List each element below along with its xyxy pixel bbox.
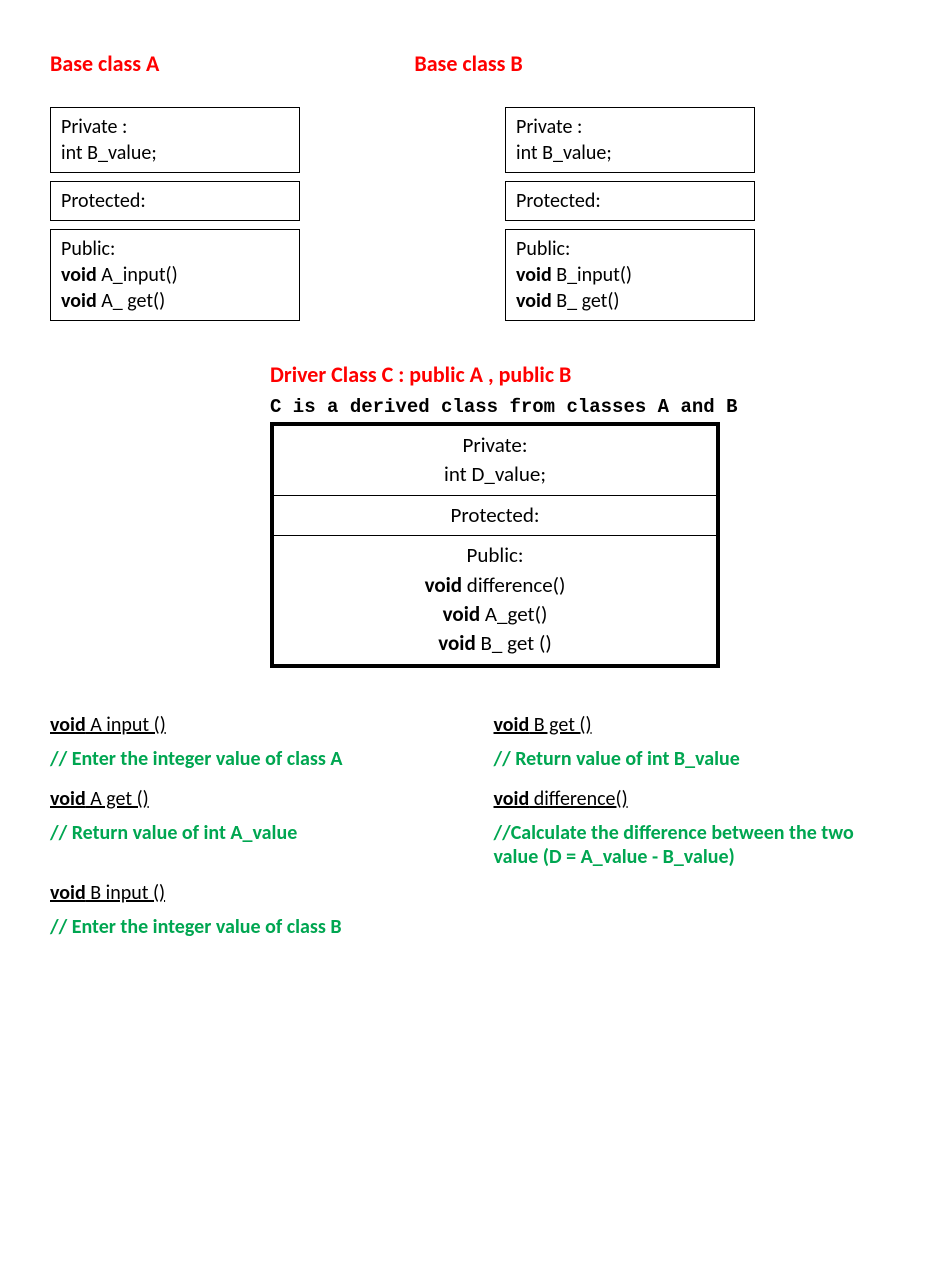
member: int B_value; [516, 141, 612, 165]
name: B_input() [552, 263, 632, 287]
member: int D_value; [284, 460, 706, 489]
name: A_get() [480, 601, 547, 627]
keyword: void [50, 787, 86, 811]
class-a-protected: Protected: [50, 181, 300, 221]
label: Private : [516, 115, 582, 139]
method-name-text: A input () [86, 713, 166, 737]
class-b-protected: Protected: [505, 181, 755, 221]
method-signature: void A get () [50, 787, 434, 811]
kw: void [61, 289, 97, 313]
name: A_input() [97, 263, 178, 287]
name: B_ get() [552, 289, 620, 313]
driver-subtitle: C is a derived class from classes A and … [270, 396, 740, 418]
label: Protected: [61, 189, 146, 213]
keyword: void [494, 713, 530, 737]
methods-left: void A input () // Enter the integer valu… [50, 713, 434, 955]
method-comment: // Enter the integer value of class B [50, 915, 434, 939]
kw: void [438, 630, 475, 656]
driver-title: Driver Class C : public A , public B [270, 361, 740, 388]
kw: void [516, 263, 552, 287]
method-name-text: B get () [529, 713, 591, 737]
class-b-private: Private : int B_value; [505, 107, 755, 173]
class-b-box: Private : int B_value; Protected: Public… [505, 107, 755, 321]
name: B_ get () [476, 630, 552, 656]
keyword: void [50, 881, 86, 905]
method-comment: //Calculate the difference between the t… [494, 821, 878, 869]
driver-section: Driver Class C : public A , public B C i… [270, 361, 740, 668]
kw: void [425, 572, 462, 598]
label: Protected: [516, 189, 601, 213]
class-a-title: Base class A [50, 50, 159, 77]
kw: void [443, 601, 480, 627]
class-b-title: Base class B [414, 50, 522, 77]
label: Public: [284, 541, 706, 570]
name: A_ get() [97, 289, 166, 313]
driver-box: Private: int D_value; Protected: Public:… [270, 422, 720, 668]
driver-private: Private: int D_value; [274, 426, 716, 496]
methods-row: void A input () // Enter the integer valu… [50, 713, 877, 955]
keyword: void [50, 713, 86, 737]
member: int B_value; [61, 141, 157, 165]
methods-right: void B get () // Return value of int B_va… [494, 713, 878, 955]
method-comment: // Enter the integer value of class A [50, 747, 434, 771]
method-comment: // Return value of int A_value [50, 821, 434, 845]
label: Public: [61, 237, 115, 261]
class-a-private: Private : int B_value; [50, 107, 300, 173]
method-signature: void A input () [50, 713, 434, 737]
method-name-text: difference() [529, 787, 627, 811]
kw: void [516, 289, 552, 313]
method-comment: // Return value of int B_value [494, 747, 878, 771]
method-name-text: B input () [86, 881, 165, 905]
label: Protected: [284, 501, 706, 530]
name: difference() [462, 572, 565, 598]
method-name-text: A get () [86, 787, 149, 811]
method-signature: void difference() [494, 787, 878, 811]
class-a-box: Private : int B_value; Protected: Public… [50, 107, 300, 321]
method-signature: void B get () [494, 713, 878, 737]
label: Public: [516, 237, 570, 261]
label: Private: [284, 431, 706, 460]
class-a-public: Public: void A_input() void A_ get() [50, 229, 300, 321]
method-signature: void B input () [50, 881, 434, 905]
driver-protected: Protected: [274, 496, 716, 536]
kw: void [61, 263, 97, 287]
driver-public: Public: void difference() void A_get() v… [274, 536, 716, 664]
keyword: void [494, 787, 530, 811]
label: Private : [61, 115, 127, 139]
class-b-public: Public: void B_input() void B_ get() [505, 229, 755, 321]
